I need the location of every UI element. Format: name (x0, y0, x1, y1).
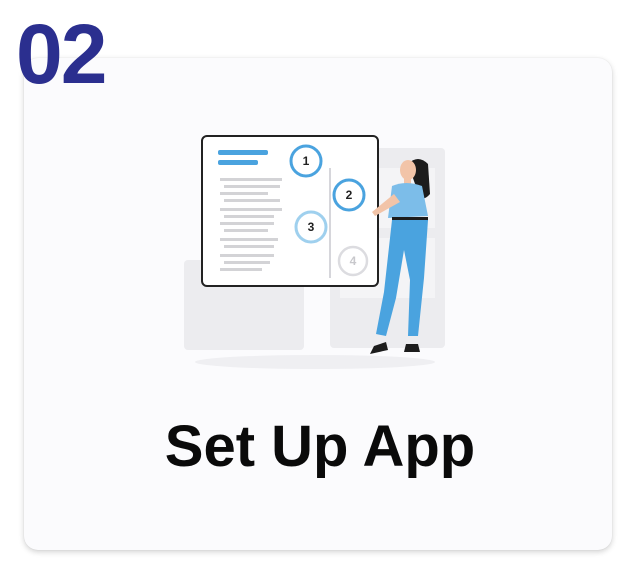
step-marker-label: 3 (308, 220, 315, 234)
step-marker-4: 4 (337, 245, 369, 277)
step-number: 02 (16, 7, 107, 101)
step-marker-3: 3 (294, 210, 328, 244)
card-title: Set Up App (164, 414, 476, 479)
step-marker-label: 1 (303, 154, 310, 168)
step-marker-label: 2 (346, 188, 353, 202)
step-marker-1: 1 (289, 144, 323, 178)
setup-illustration: 1 2 3 4 (184, 135, 445, 369)
step-marker-label: 4 (350, 254, 357, 268)
page: 02 1 2 3 4 Set Up App (0, 0, 640, 577)
step-marker-2: 2 (332, 178, 366, 212)
